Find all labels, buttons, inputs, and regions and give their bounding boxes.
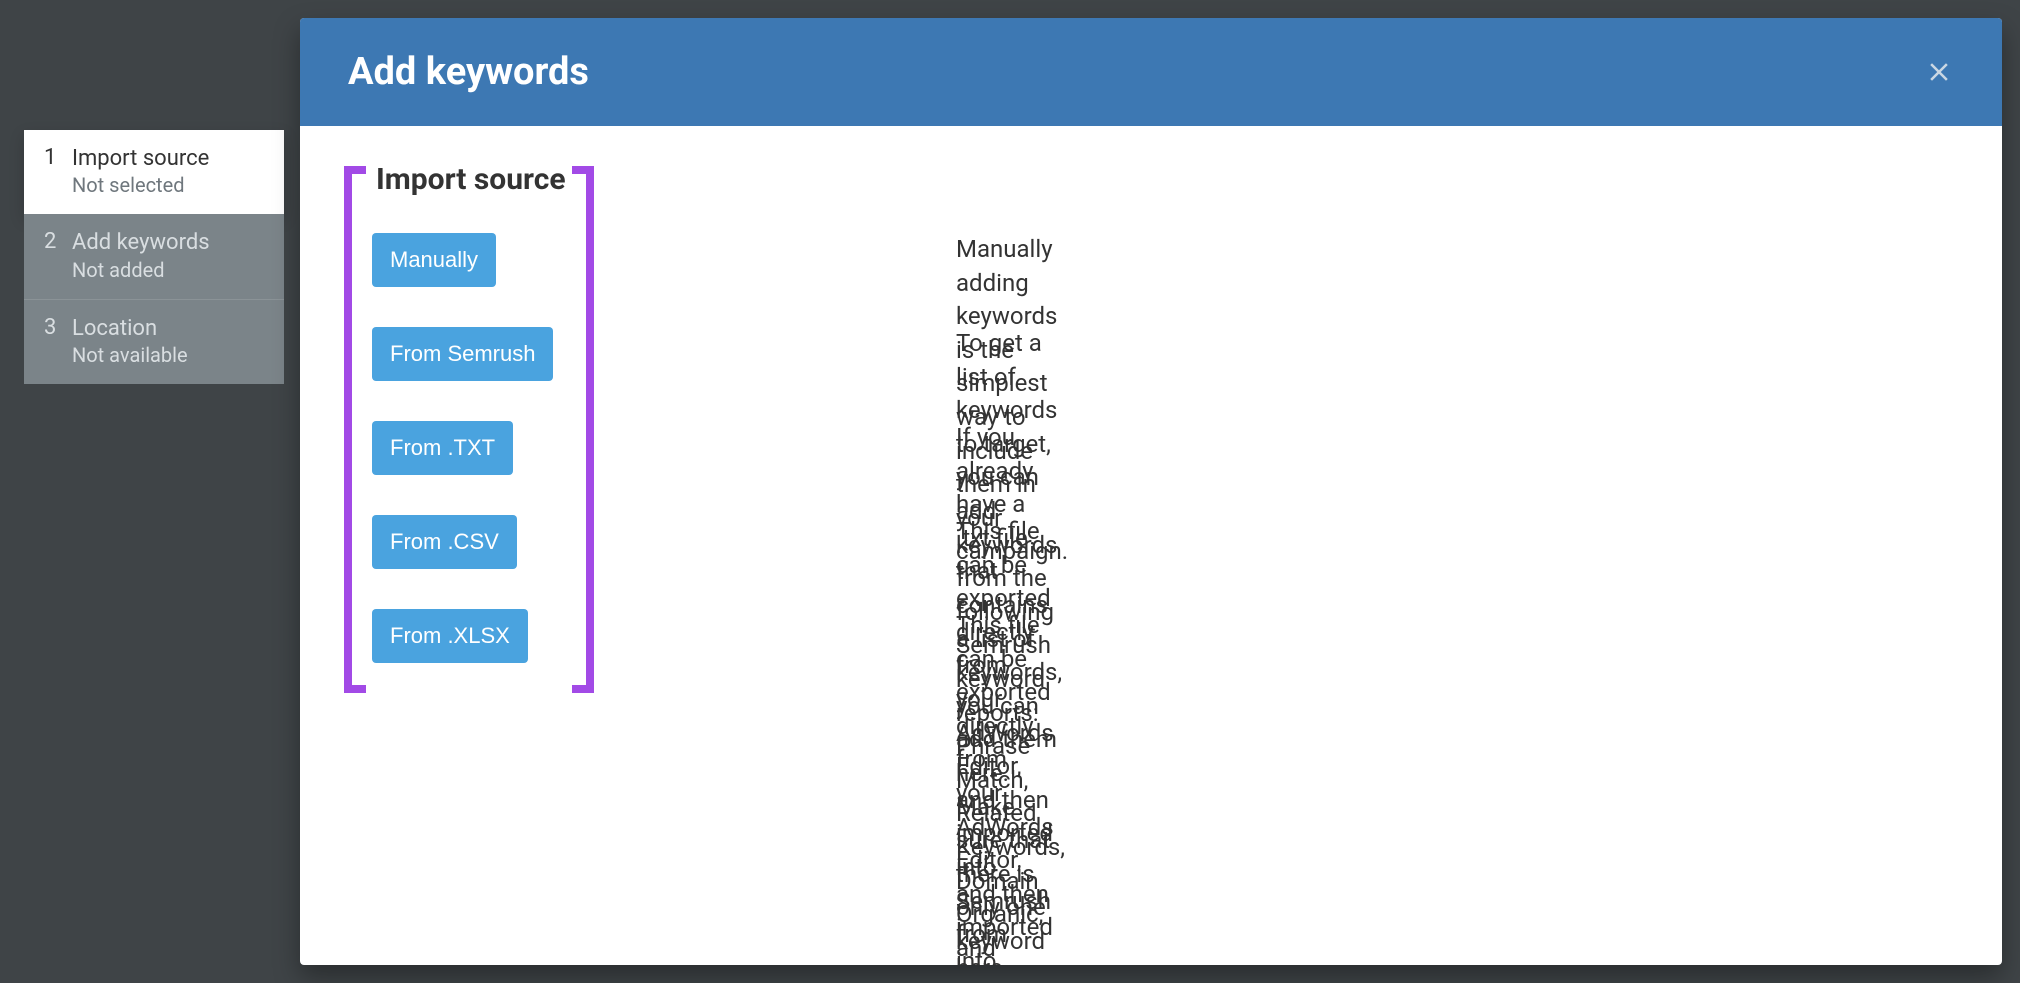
option-xlsx-desc: This file can be exported directly from … xyxy=(956,609,1054,965)
option-xlsx-button[interactable]: From .XLSX xyxy=(372,609,528,663)
step-title: Location xyxy=(72,316,188,342)
option-row-manually: Manually Manually adding keywords is the… xyxy=(372,233,566,287)
step-status: Not available xyxy=(72,342,188,368)
close-icon xyxy=(1924,72,1954,91)
step-add-keywords[interactable]: 2 Add keywords Not added xyxy=(24,214,284,299)
option-manually-button[interactable]: Manually xyxy=(372,233,496,287)
add-keywords-modal: Add keywords Import source Manually Manu… xyxy=(300,18,2002,965)
option-row-xlsx: From .XLSX This file can be exported dir… xyxy=(372,609,566,663)
option-txt-button[interactable]: From .TXT xyxy=(372,421,513,475)
option-row-semrush: From Semrush To get a list of keywords t… xyxy=(372,327,566,381)
step-title: Add keywords xyxy=(72,230,210,256)
modal-header: Add keywords xyxy=(300,18,2002,126)
step-import-source[interactable]: 1 Import source Not selected xyxy=(24,130,284,214)
step-status: Not selected xyxy=(72,172,209,198)
modal-title: Add keywords xyxy=(348,50,589,94)
step-title: Import source xyxy=(72,146,209,172)
option-row-txt: From .TXT If you already have a .txt fil… xyxy=(372,421,566,475)
option-semrush-button[interactable]: From Semrush xyxy=(372,327,553,381)
wizard-stepper: 1 Import source Not selected 2 Add keywo… xyxy=(24,130,284,384)
step-status: Not added xyxy=(72,257,210,283)
close-button[interactable] xyxy=(1924,57,1954,87)
step-location[interactable]: 3 Location Not available xyxy=(24,300,284,384)
step-number: 1 xyxy=(44,146,72,170)
step-number: 2 xyxy=(44,230,72,254)
section-title: Import source xyxy=(376,162,566,197)
modal-body: Import source Manually Manually adding k… xyxy=(300,126,2002,965)
option-row-csv: From .CSV This file can be exported dire… xyxy=(372,515,566,569)
option-csv-button[interactable]: From .CSV xyxy=(372,515,517,569)
import-source-highlight: Import source Manually Manually adding k… xyxy=(344,166,594,693)
step-number: 3 xyxy=(44,316,72,340)
